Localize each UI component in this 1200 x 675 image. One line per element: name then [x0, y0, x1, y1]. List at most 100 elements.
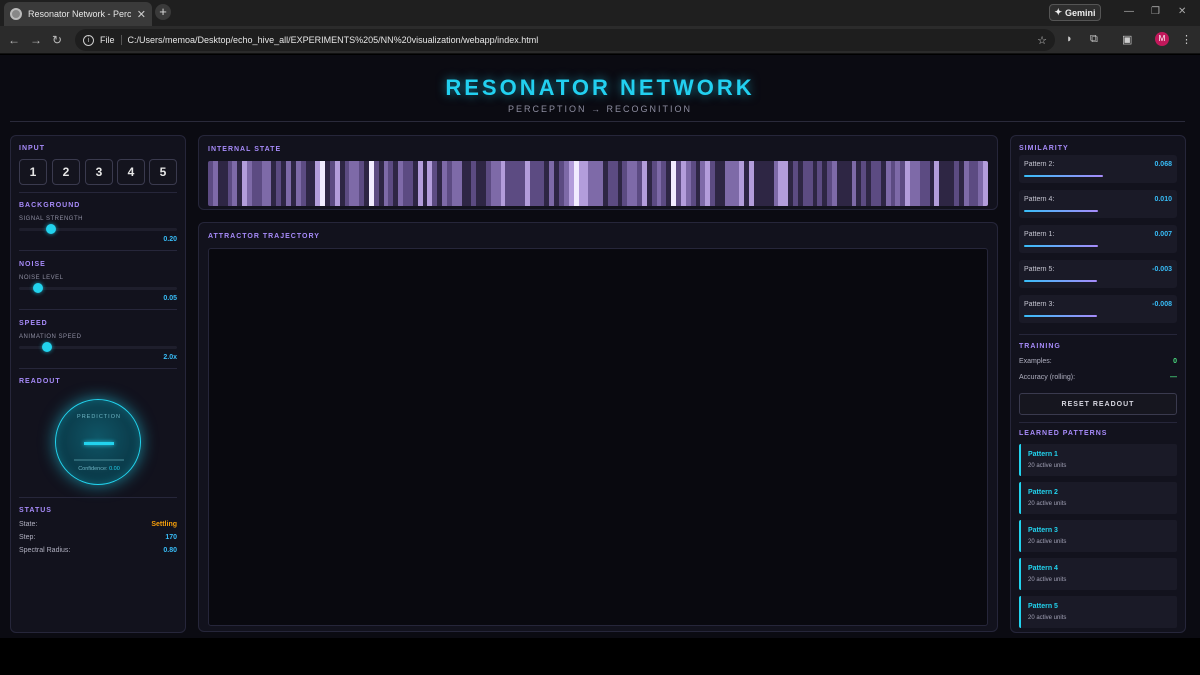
back-button[interactable]: ←: [8, 33, 20, 47]
slider-thumb[interactable]: [32, 283, 43, 293]
similarity-card: Pattern 5: -0.003: [1019, 260, 1177, 288]
attractor-trajectory-panel: ATTRACTOR TRAJECTORY: [198, 222, 998, 632]
close-tab-icon[interactable]: ✕: [137, 8, 146, 21]
noise-level-label: NOISE LEVEL: [19, 275, 64, 281]
learned-pattern-card[interactable]: Pattern 5 20 active units: [1019, 596, 1177, 628]
confidence-value: 0.00: [109, 466, 120, 472]
cast-icon[interactable]: ▣: [1122, 33, 1132, 46]
state-label: State:: [19, 521, 38, 528]
learned-pattern-units: 20 active units: [1028, 463, 1067, 469]
similarity-pattern-name: Pattern 3:: [1024, 301, 1055, 308]
animation-speed-slider[interactable]: [19, 342, 177, 352]
file-label: File: [100, 35, 122, 45]
page-subtitle: PERCEPTION → RECOGNITION: [507, 104, 692, 114]
divider: [19, 497, 177, 498]
prediction-orb: PREDICTION Confidence: 0.00: [55, 399, 141, 485]
divider: [19, 368, 177, 369]
menu-icon[interactable]: ⋮: [1181, 33, 1192, 46]
learned-pattern-units: 20 active units: [1028, 577, 1067, 583]
similarity-card: Pattern 4: 0.010: [1019, 190, 1177, 218]
input-button-1[interactable]: 1: [19, 159, 47, 185]
learned-pattern-units: 20 active units: [1028, 501, 1067, 507]
similarity-bar: [1024, 245, 1099, 247]
similarity-pattern-name: Pattern 1:: [1024, 231, 1055, 238]
learned-pattern-units: 20 active units: [1028, 615, 1067, 621]
spectral-radius-value: 0.80: [163, 547, 177, 554]
attractor-trajectory-title: ATTRACTOR TRAJECTORY: [208, 233, 320, 240]
similarity-bar: [1024, 315, 1097, 317]
accuracy-value: —: [1170, 374, 1177, 381]
confidence-readout: Confidence: 0.00: [56, 466, 142, 472]
page-title: RESONATOR NETWORK: [445, 75, 755, 100]
background-section-title: BACKGROUND: [19, 202, 81, 209]
similarity-value: -0.003: [1152, 266, 1172, 273]
step-value: 170: [165, 534, 177, 541]
minimize-button[interactable]: —: [1124, 6, 1134, 17]
new-tab-button[interactable]: +: [155, 4, 171, 20]
slider-thumb[interactable]: [45, 224, 56, 234]
training-section-title: TRAINING: [1019, 343, 1061, 350]
input-button-2[interactable]: 2: [52, 159, 80, 185]
internal-state-title: INTERNAL STATE: [208, 146, 282, 153]
divider: [1019, 334, 1177, 335]
url-text[interactable]: C:/Users/memoa/Desktop/echo_hive_all/EXP…: [128, 35, 1032, 45]
close-window-button[interactable]: ✕: [1178, 6, 1186, 17]
app-root: RESONATOR NETWORK PERCEPTION → RECOGNITI…: [0, 55, 1200, 638]
reload-button[interactable]: ↻: [52, 33, 62, 47]
gemini-label: Gemini: [1065, 7, 1096, 18]
bookmark-star-icon[interactable]: ☆: [1037, 34, 1047, 47]
slider-thumb[interactable]: [42, 342, 53, 352]
input-section-title: INPUT: [19, 145, 45, 152]
input-button-3[interactable]: 3: [85, 159, 113, 185]
learned-pattern-card[interactable]: Pattern 4 20 active units: [1019, 558, 1177, 590]
prediction-label: PREDICTION: [77, 414, 121, 420]
forward-button[interactable]: →: [30, 33, 42, 47]
trajectory-canvas[interactable]: [208, 248, 988, 626]
input-button-5[interactable]: 5: [149, 159, 177, 185]
status-section-title: STATUS: [19, 507, 52, 514]
reset-readout-button[interactable]: RESET READOUT: [1019, 393, 1177, 415]
confidence-label: Confidence:: [78, 466, 108, 472]
browser-tabbar: Resonator Network - Perceptio ✕ + ✦ Gemi…: [0, 0, 1200, 26]
signal-strength-label: SIGNAL STRENGTH: [19, 216, 83, 222]
similarity-bar: [1024, 175, 1103, 177]
noise-section-title: NOISE: [19, 261, 46, 268]
extension-m-icon[interactable]: ◗: [1066, 33, 1073, 45]
similarity-pattern-name: Pattern 2:: [1024, 161, 1055, 168]
state-cell: [983, 161, 988, 206]
right-info-panel: SIMILARITY Pattern 2: 0.068 Pattern 4: 0…: [1010, 135, 1186, 633]
input-button-4[interactable]: 4: [117, 159, 145, 185]
signal-strength-slider[interactable]: [19, 224, 177, 234]
noise-level-slider[interactable]: [19, 283, 177, 293]
examples-value: 0: [1173, 358, 1177, 365]
extensions-puzzle-icon[interactable]: ⧉: [1090, 33, 1098, 46]
prediction-dash: [84, 442, 114, 445]
similarity-value: 0.068: [1154, 161, 1172, 168]
profile-avatar[interactable]: M: [1155, 32, 1169, 46]
confidence-bar: [74, 459, 124, 461]
learned-pattern-name: Pattern 4: [1028, 565, 1058, 572]
sparkle-icon: ✦: [1054, 7, 1063, 17]
divider: [19, 309, 177, 310]
info-icon[interactable]: i: [83, 34, 94, 46]
speed-section-title: SPEED: [19, 320, 48, 327]
similarity-pattern-name: Pattern 4:: [1024, 196, 1055, 203]
animation-speed-value: 2.0x: [163, 354, 177, 361]
learned-pattern-name: Pattern 5: [1028, 603, 1058, 610]
restore-button[interactable]: ❐: [1151, 6, 1160, 17]
learned-pattern-name: Pattern 2: [1028, 489, 1058, 496]
accuracy-label: Accuracy (rolling):: [1019, 374, 1076, 381]
address-bar[interactable]: i File C:/Users/memoa/Desktop/echo_hive_…: [75, 29, 1055, 51]
learned-pattern-card[interactable]: Pattern 3 20 active units: [1019, 520, 1177, 552]
noise-level-value: 0.05: [163, 295, 177, 302]
gemini-button[interactable]: ✦ Gemini: [1049, 4, 1101, 21]
learned-pattern-card[interactable]: Pattern 2 20 active units: [1019, 482, 1177, 514]
browser-tab[interactable]: Resonator Network - Perceptio ✕: [4, 2, 152, 26]
animation-speed-label: ANIMATION SPEED: [19, 334, 82, 340]
signal-strength-value: 0.20: [163, 236, 177, 243]
similarity-bar: [1024, 280, 1097, 282]
learned-pattern-card[interactable]: Pattern 1 20 active units: [1019, 444, 1177, 476]
similarity-value: 0.007: [1154, 231, 1172, 238]
similarity-bar: [1024, 210, 1099, 212]
learned-pattern-name: Pattern 1: [1028, 451, 1058, 458]
